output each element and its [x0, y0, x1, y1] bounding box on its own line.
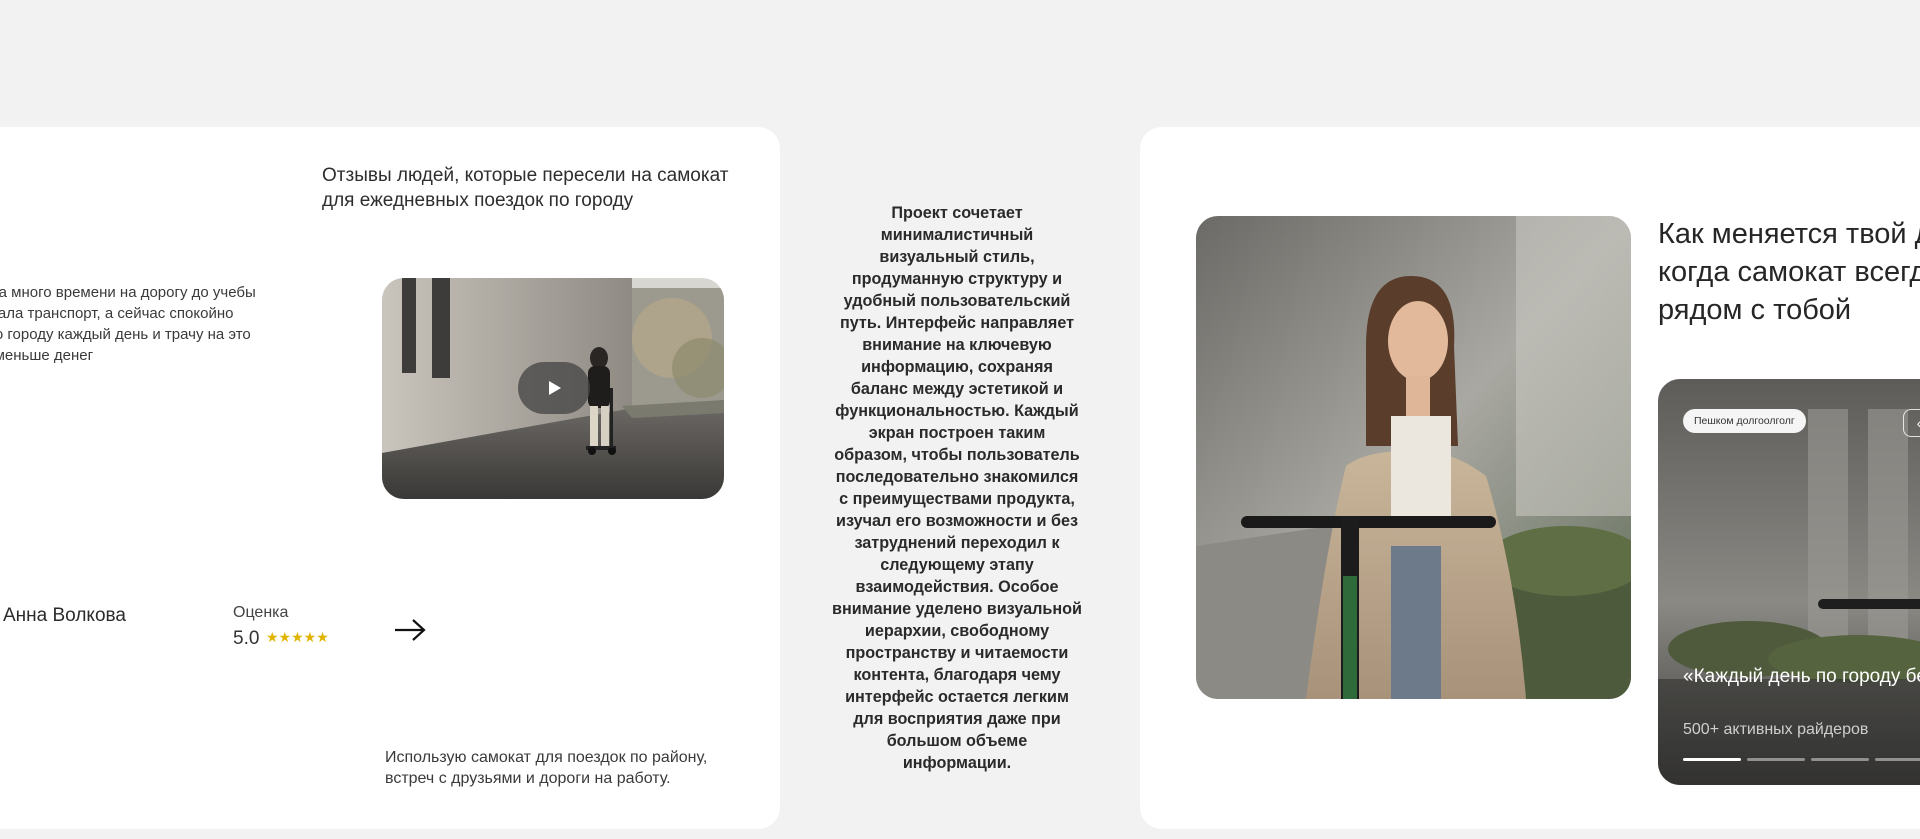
testimonial-slider[interactable]: Пешком долгоолголг ‹ «Каждый день по гор… [1658, 379, 1920, 785]
review-video[interactable] [382, 278, 724, 499]
reviews-card: Отзывы людей, которые пересели на самока… [0, 127, 780, 829]
progress-segment[interactable] [1875, 758, 1920, 761]
rating-stars: ★★★★★ [266, 629, 329, 645]
slider-prev-button[interactable]: ‹ [1903, 409, 1920, 437]
chevron-left-icon: ‹ [1917, 415, 1920, 431]
slider-quote: «Каждый день по городу без ожиданий и пе… [1683, 666, 1920, 687]
project-description: Проект сочетает минималистичный визуальн… [832, 204, 1082, 772]
play-icon [549, 381, 561, 395]
progress-segment[interactable] [1747, 758, 1805, 761]
review-text-2: Использую самокат для поездок по району,… [385, 749, 708, 787]
slider-badge: Пешком долгоолголг [1683, 409, 1806, 433]
next-review-button[interactable] [393, 617, 427, 643]
reviews-heading: Отзывы людей, которые пересели на самока… [322, 165, 729, 211]
progress-segment[interactable] [1811, 758, 1869, 761]
arrow-right-icon [395, 619, 426, 641]
review-text: Тратила много времени на дорогу до учебы… [0, 284, 256, 364]
feature-card: Как меняется твой день, когда самокат вс… [1140, 127, 1920, 829]
feature-heading: Как меняется твой день, когда самокат вс… [1658, 218, 1920, 326]
slider-progress [1683, 758, 1920, 761]
rating-value: 5.0 [233, 628, 260, 649]
play-button[interactable] [518, 362, 590, 414]
progress-segment[interactable] [1683, 758, 1741, 761]
rider-photo [1196, 216, 1631, 699]
reviewer-name: Анна Волкова [3, 605, 126, 626]
slider-subtitle: 500+ активных райдеров [1683, 721, 1869, 738]
rider-photo-image [1196, 216, 1631, 699]
rating-label: Оценка [233, 604, 289, 621]
